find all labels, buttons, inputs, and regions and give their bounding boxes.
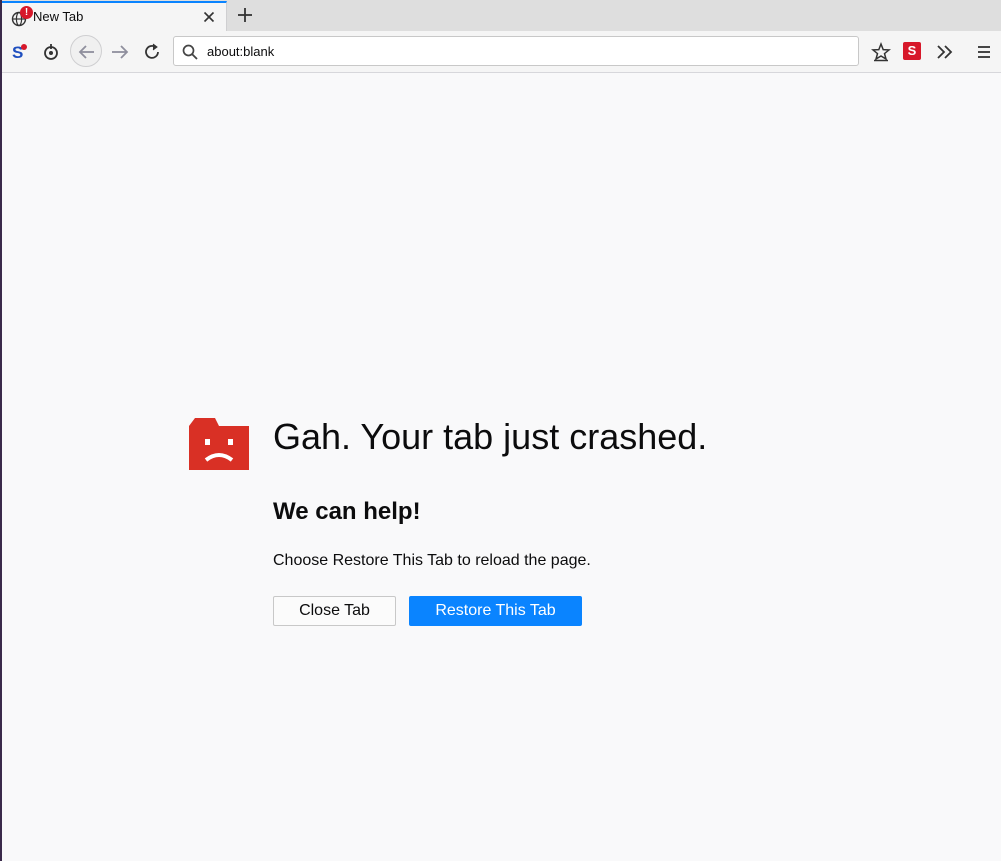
tab-new-tab[interactable]: ! New Tab [2, 1, 227, 31]
close-tab-button[interactable]: Close Tab [273, 596, 396, 626]
s-extension-icon[interactable]: S [9, 41, 31, 63]
crash-subtitle: We can help! [273, 498, 421, 525]
hamburger-menu-icon[interactable] [973, 41, 995, 63]
url-bar[interactable]: about:blank [173, 36, 859, 66]
restore-tab-button[interactable]: Restore This Tab [409, 596, 582, 626]
close-icon[interactable] [201, 9, 217, 25]
sad-face-folder-icon [189, 418, 249, 470]
s-red-extension-icon[interactable]: S [903, 42, 921, 60]
url-text[interactable]: about:blank [207, 44, 274, 59]
crash-description: Choose Restore This Tab to reload the pa… [273, 552, 591, 569]
crash-page: Gah. Your tab just crashed. We can help!… [2, 73, 1001, 861]
navigation-toolbar: S about:blank S [2, 31, 1001, 73]
search-icon [182, 44, 198, 60]
tab-strip: ! New Tab [2, 0, 1001, 32]
sync-icon[interactable] [40, 41, 62, 63]
tab-alert-badge: ! [20, 6, 33, 19]
tab-title: New Tab [33, 9, 84, 24]
back-button[interactable] [70, 35, 102, 67]
bookmark-star-icon[interactable] [870, 41, 892, 63]
forward-arrow-icon[interactable] [109, 41, 131, 63]
plus-icon[interactable] [235, 5, 255, 25]
back-arrow-icon [78, 45, 94, 59]
browser-window: ! New Tab S about:blank S Gah. Your tab … [0, 0, 1001, 861]
crash-title: Gah. Your tab just crashed. [273, 416, 708, 457]
chevron-double-right-icon[interactable] [934, 41, 956, 63]
reload-icon[interactable] [141, 41, 163, 63]
